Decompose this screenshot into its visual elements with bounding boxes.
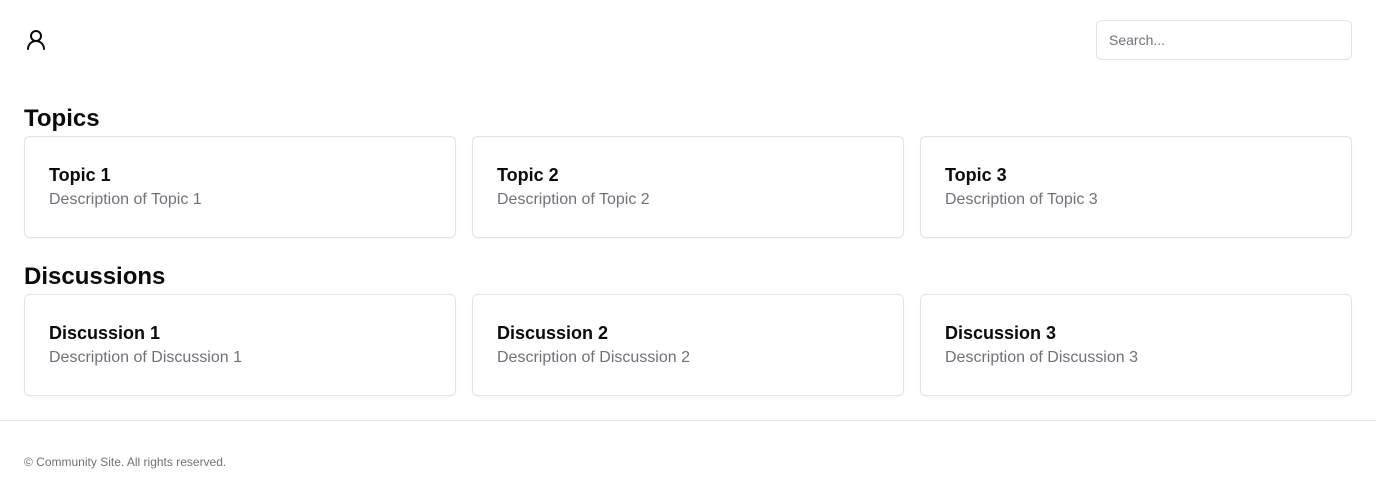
topic-card[interactable]: Topic 1 Description of Topic 1	[24, 136, 456, 238]
discussion-description: Description of Discussion 3	[945, 349, 1138, 366]
copyright-text: © Community Site. All rights reserved.	[24, 455, 227, 469]
topic-title: Topic 2	[497, 165, 559, 185]
topics-list: Topic 1 Description of Topic 1 Topic 2 D…	[24, 136, 1352, 238]
topic-title: Topic 1	[49, 165, 111, 185]
discussion-card[interactable]: Discussion 1 Description of Discussion 1	[24, 294, 456, 396]
header	[0, 0, 1376, 80]
discussion-description: Description of Discussion 1	[49, 349, 242, 366]
topic-description: Description of Topic 3	[945, 191, 1098, 208]
search-input[interactable]	[1096, 20, 1352, 60]
topic-description: Description of Topic 1	[49, 191, 202, 208]
discussion-title: Discussion 3	[945, 323, 1057, 343]
discussions-list: Discussion 1 Description of Discussion 1…	[24, 294, 1352, 396]
topic-card[interactable]: Topic 2 Description of Topic 2	[472, 136, 904, 238]
user-icon[interactable]	[24, 28, 48, 52]
discussion-card[interactable]: Discussion 2 Description of Discussion 2	[472, 294, 904, 396]
footer: © Community Site. All rights reserved.	[0, 420, 1376, 500]
discussion-description: Description of Discussion 2	[497, 349, 690, 366]
discussion-card[interactable]: Discussion 3 Description of Discussion 3	[920, 294, 1352, 396]
topic-title: Topic 3	[945, 165, 1007, 185]
discussions-heading: Discussions	[24, 263, 166, 290]
discussion-title: Discussion 2	[497, 323, 609, 343]
discussion-title: Discussion 1	[49, 323, 161, 343]
topics-heading: Topics	[24, 105, 100, 132]
topic-card[interactable]: Topic 3 Description of Topic 3	[920, 136, 1352, 238]
topic-description: Description of Topic 2	[497, 191, 650, 208]
